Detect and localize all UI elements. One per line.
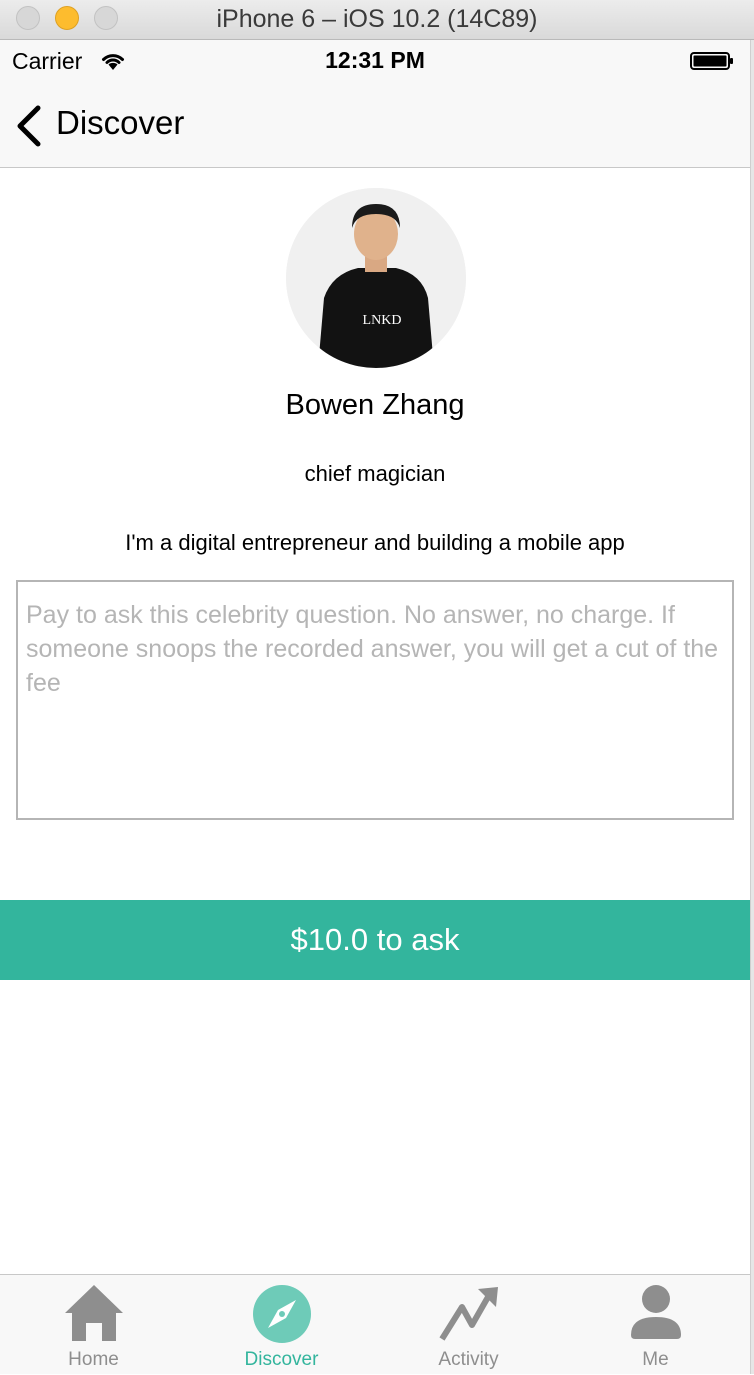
status-bar: Carrier 12:31 PM [0,40,750,82]
back-chevron-icon[interactable] [14,104,44,148]
tab-activity-label: Activity [438,1349,499,1370]
window-title: iPhone 6 – iOS 10.2 (14C89) [216,5,538,33]
tab-discover-label: Discover [244,1349,319,1370]
tab-home-label: Home [68,1349,119,1370]
simulator-title-bar: iPhone 6 – iOS 10.2 (14C89) [0,0,754,40]
back-button[interactable]: Discover [56,104,184,142]
avatar: LNKD [286,188,466,368]
ask-button[interactable]: $10.0 to ask [0,900,750,980]
question-input[interactable] [16,580,734,820]
activity-icon [438,1287,498,1341]
tab-me[interactable]: Me [562,1275,749,1375]
shirt-print: LNKD [363,313,402,328]
navigation-bar: Discover [0,82,750,168]
tab-bar: Home Discover Activity Me [0,1274,750,1374]
profile-about: I'm a digital entrepreneur and building … [125,530,625,555]
compass-icon [252,1285,311,1343]
battery-icon [690,52,733,70]
tab-activity[interactable]: Activity [375,1275,562,1375]
tab-home[interactable]: Home [0,1275,187,1375]
tab-me-label: Me [642,1349,669,1370]
profile-title: chief magician [304,461,446,486]
person-icon [630,1285,681,1339]
tab-discover[interactable]: Discover [188,1275,375,1375]
profile-name: Bowen Zhang [285,389,465,421]
profile-photo: LNKD [286,188,466,368]
window-frame-edge [750,40,754,1374]
status-time: 12:31 PM [325,47,425,73]
home-icon [64,1285,123,1341]
